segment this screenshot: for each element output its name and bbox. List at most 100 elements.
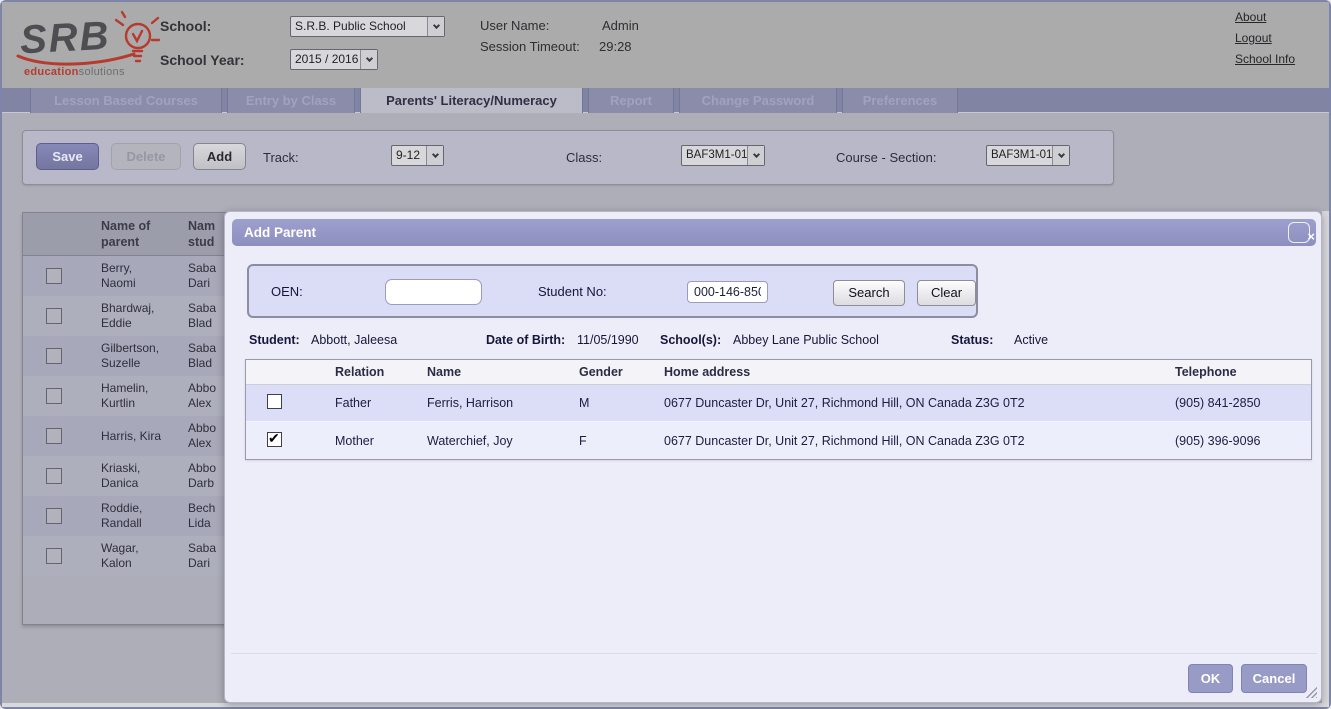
parent-name: Kriaski,Danica (101, 461, 188, 491)
row-checkbox[interactable] (46, 548, 62, 564)
parent-select-checkbox[interactable] (267, 394, 282, 409)
chevron-down-icon (1052, 146, 1069, 165)
relation-cell: Mother (335, 434, 427, 448)
schools-label: School(s): (660, 333, 721, 347)
toolbar-panel: Save Delete Add Track: 9-12 Class: BAF3M… (22, 130, 1114, 185)
track-select[interactable]: 9-12 (391, 145, 444, 166)
parent-name: Gilbertson,Suzelle (101, 341, 188, 371)
tab-change-password[interactable]: Change Password (679, 88, 837, 113)
gender-cell: M (579, 396, 664, 410)
header-relation: Relation (335, 365, 427, 379)
status-value: Active (1014, 333, 1048, 347)
dialog-title: Add Parent (244, 225, 316, 240)
logo-tagline: educationsolutions (24, 66, 125, 78)
class-select[interactable]: BAF3M1-01 (681, 145, 765, 166)
header-home-address: Home address (664, 365, 1175, 379)
relation-cell: Father (335, 396, 427, 410)
school-select-value: S.R.B. Public School (291, 17, 427, 36)
session-timeout-label: Session Timeout: (480, 39, 580, 54)
srb-logo: SRB educationsolutions (16, 8, 166, 82)
logout-link[interactable]: Logout (1235, 31, 1295, 45)
tab-entry-by-class[interactable]: Entry by Class (227, 88, 355, 113)
footer-divider (231, 653, 1317, 654)
school-select[interactable]: S.R.B. Public School (290, 16, 445, 37)
cancel-button[interactable]: Cancel (1241, 664, 1307, 693)
parent-name: Hamelin,Kurtlin (101, 381, 188, 411)
close-x-glyph: × (1307, 223, 1315, 250)
nav-tabs: Lesson Based Courses Entry by Class Pare… (2, 88, 1329, 113)
course-section-label: Course - Section: (836, 150, 936, 165)
row-checkbox[interactable] (46, 428, 62, 444)
session-timeout-value: 29:28 (599, 39, 632, 54)
about-link[interactable]: About (1235, 10, 1295, 24)
header-telephone: Telephone (1175, 365, 1311, 379)
name-cell: Waterchief, Joy (427, 434, 579, 448)
schools-value: Abbey Lane Public School (733, 333, 879, 347)
header-links: About Logout School Info (1235, 10, 1295, 73)
address-cell: 0677 Duncaster Dr, Unit 27, Richmond Hil… (664, 434, 1175, 448)
row-checkbox[interactable] (46, 308, 62, 324)
dob-label: Date of Birth: (486, 333, 565, 347)
track-label: Track: (263, 150, 299, 165)
save-button[interactable]: Save (36, 143, 99, 170)
page-margin (2, 703, 1329, 707)
ok-button[interactable]: OK (1188, 664, 1233, 693)
student-value: Abbott, Jaleesa (311, 333, 397, 347)
parent-name: Wagar,Kalon (101, 541, 188, 571)
course-section-select-value: BAF3M1-01 (987, 146, 1052, 165)
tab-parents-literacy-numeracy[interactable]: Parents' Literacy/Numeracy (360, 88, 583, 113)
parent-select-checkbox[interactable] (267, 432, 282, 447)
delete-button[interactable]: Delete (111, 143, 181, 170)
dialog-table-header-row: Relation Name Gender Home address Teleph… (246, 360, 1311, 385)
parent-name: Roddie,Randall (101, 501, 188, 531)
school-info-link[interactable]: School Info (1235, 52, 1295, 66)
row-checkbox[interactable] (46, 348, 62, 364)
lightbulb-icon (112, 10, 162, 76)
oen-label: OEN: (271, 284, 303, 299)
logo-tagline-education: education (24, 66, 79, 78)
chevron-down-icon (427, 17, 444, 36)
dialog-parents-table: Relation Name Gender Home address Teleph… (245, 359, 1312, 460)
chevron-down-icon (360, 50, 377, 69)
app-window: SRB educationsolutions School: S.R.B. Pu… (0, 0, 1331, 709)
search-button[interactable]: Search (833, 280, 905, 306)
track-select-value: 9-12 (392, 146, 426, 165)
name-cell: Ferris, Harrison (427, 396, 579, 410)
class-label: Class: (566, 150, 602, 165)
table-row: Mother Waterchief, Joy F 0677 Duncaster … (246, 422, 1311, 459)
tab-report[interactable]: Report (588, 88, 674, 113)
parent-name: Bhardwaj,Eddie (101, 301, 188, 331)
clear-button[interactable]: Clear (917, 280, 976, 306)
student-label: Student: (249, 333, 300, 347)
student-no-field[interactable] (687, 281, 768, 303)
student-no-label: Student No: (538, 284, 607, 299)
gender-cell: F (579, 434, 664, 448)
class-select-value: BAF3M1-01 (682, 146, 747, 165)
header-name: Name (427, 365, 579, 379)
school-year-select[interactable]: 2015 / 2016 (290, 49, 378, 70)
school-year-label: School Year: (160, 52, 245, 68)
row-checkbox[interactable] (46, 268, 62, 284)
parent-name: Harris, Kira (101, 429, 188, 444)
close-button[interactable]: × (1288, 222, 1310, 243)
course-section-select[interactable]: BAF3M1-01 (986, 145, 1070, 166)
chevron-down-icon (747, 146, 764, 165)
row-checkbox[interactable] (46, 468, 62, 484)
student-search-panel: OEN: Student No: Search Clear (247, 264, 978, 318)
page-margin (1322, 211, 1329, 703)
app-header: SRB educationsolutions School: S.R.B. Pu… (2, 2, 1329, 88)
add-button[interactable]: Add (193, 143, 246, 170)
user-name-value: Admin (602, 18, 639, 33)
tab-lesson-based-courses[interactable]: Lesson Based Courses (30, 88, 222, 113)
telephone-cell: (905) 396-9096 (1175, 434, 1311, 448)
row-checkbox[interactable] (46, 388, 62, 404)
school-year-select-value: 2015 / 2016 (291, 50, 360, 69)
chevron-down-icon (426, 146, 443, 165)
row-checkbox[interactable] (46, 508, 62, 524)
table-row: Father Ferris, Harrison M 0677 Duncaster… (246, 385, 1311, 422)
dialog-titlebar[interactable]: Add Parent × (232, 219, 1316, 246)
parent-name: Berry,Naomi (101, 261, 188, 291)
tab-preferences[interactable]: Preferences (842, 88, 958, 113)
oen-field[interactable] (385, 279, 482, 305)
status-label: Status: (951, 333, 993, 347)
